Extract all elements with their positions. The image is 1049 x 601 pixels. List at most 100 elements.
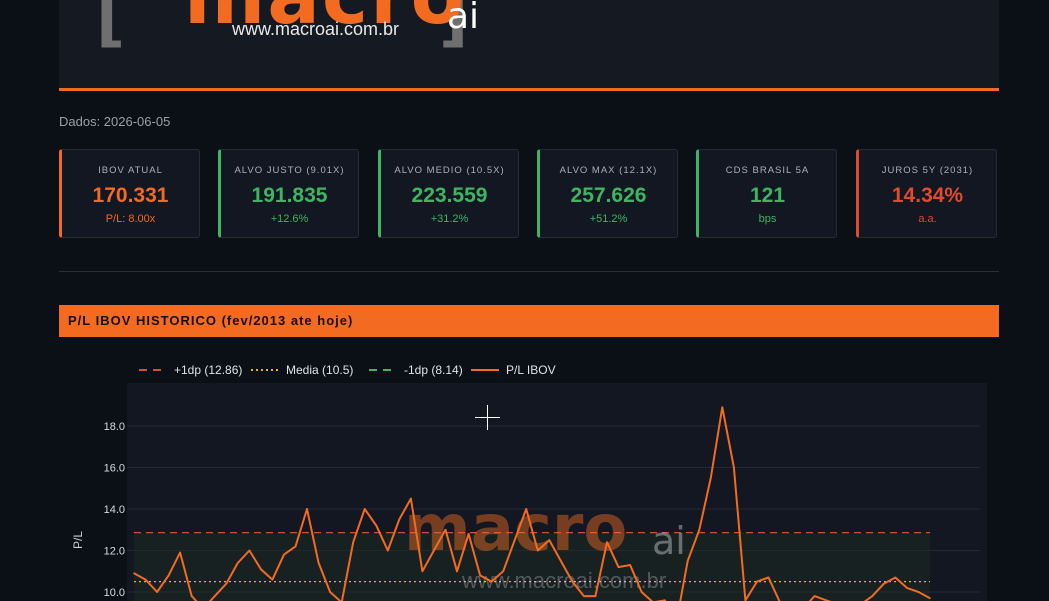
card-value: 257.626: [570, 184, 647, 207]
card-label: JUROS 5Y (2031): [881, 165, 974, 176]
card-value: 121: [749, 184, 786, 207]
card-sub: +31.2%: [430, 213, 469, 225]
data-date: Dados: 2026-06-05: [59, 114, 171, 129]
y-tick-label: 10.0: [104, 587, 125, 599]
legend-label: -1dp (8.14): [404, 363, 463, 377]
data-point: [156, 591, 158, 593]
y-axis-label: P/L: [71, 531, 85, 549]
data-point: [352, 541, 354, 543]
data-point: [179, 551, 181, 554]
data-point: [698, 528, 701, 531]
card-value: 223.559: [411, 184, 488, 207]
card-cds-brasil: CDS BRASIL 5A 121 bps: [696, 149, 837, 238]
legend-label: +1dp (12.86): [174, 363, 242, 377]
data-point: [237, 562, 239, 564]
y-tick-label: 18.0: [104, 421, 125, 433]
section-title: P/L IBOV HISTORICO (fev/2013 ate hoje): [59, 305, 999, 337]
logo-ai: ai: [447, 0, 480, 37]
data-point: [317, 562, 320, 564]
data-point: [894, 576, 897, 579]
data-point: [260, 568, 262, 570]
data-point: [617, 566, 620, 568]
data-point: [917, 591, 920, 593]
data-point: [479, 574, 481, 577]
data-point: [721, 406, 724, 409]
legend-label: Media (10.5): [286, 363, 353, 377]
data-point: [375, 524, 378, 527]
card-alvo-justo: ALVO JUSTO (9.01X) 191.835 +12.6%: [218, 149, 359, 238]
data-point: [502, 570, 504, 573]
card-sub: +51.2%: [589, 213, 628, 225]
data-point: [871, 595, 874, 597]
logo-bracket-left: [: [96, 0, 126, 55]
data-point: [513, 539, 516, 541]
data-point: [606, 541, 608, 543]
data-point: [640, 591, 643, 593]
data-point: [167, 574, 170, 577]
card-label: CDS BRASIL 5A: [725, 165, 810, 176]
y-tick-label: 16.0: [104, 463, 125, 475]
data-point: [571, 580, 574, 583]
data-point: [525, 508, 528, 510]
data-point: [294, 545, 297, 548]
watermark-word: macro: [404, 492, 627, 566]
crosshair-cursor-v: [487, 405, 488, 430]
pl-chart[interactable]: +1dp (12.86) Media (10.5) -1dp (8.14) P/L I…: [59, 350, 999, 601]
data-point: [490, 580, 493, 583]
data-point: [410, 497, 412, 500]
data-point: [548, 539, 551, 541]
data-point: [813, 595, 816, 597]
card-label: ALVO MAX (12.1X): [559, 165, 658, 176]
data-point: [190, 595, 193, 597]
card-sub: +12.6%: [270, 213, 309, 225]
data-point: [444, 528, 447, 531]
card-sub: P/L: 8.00x: [105, 213, 156, 225]
data-point: [629, 564, 631, 566]
data-point: [271, 578, 274, 581]
data-point: [283, 553, 285, 556]
data-point: [733, 466, 735, 469]
data-point: [225, 582, 228, 585]
card-sub: bps: [758, 213, 777, 225]
card-value: 191.835: [251, 184, 328, 207]
data-point: [906, 587, 908, 589]
data-point: [883, 582, 885, 585]
card-label: ALVO JUSTO (9.01X): [234, 165, 345, 176]
data-point: [386, 549, 389, 552]
data-point: [133, 572, 135, 575]
data-point: [467, 533, 470, 535]
data-point: [398, 518, 401, 521]
section-divider: [59, 271, 999, 272]
logo-url: www.macroai.com.br: [232, 19, 400, 39]
chart-legend: +1dp (12.86) Media (10.5) -1dp (8.14) P/L I…: [139, 363, 556, 377]
data-point: [456, 570, 458, 573]
data-point: [756, 580, 758, 583]
data-point: [329, 591, 331, 593]
metric-cards: IBOV ATUAL 170.331 P/L: 8.00x ALVO JUSTO…: [59, 149, 999, 240]
data-point: [594, 595, 597, 597]
card-label: ALVO MEDIO (10.5X): [394, 165, 505, 176]
card-value: 170.331: [92, 184, 169, 207]
card-label: IBOV ATUAL: [98, 165, 163, 176]
data-point: [710, 477, 712, 479]
y-tick-label: 12.0: [104, 546, 125, 558]
data-point: [144, 578, 147, 581]
legend-label: P/L IBOV: [506, 363, 556, 377]
watermark-ai: ai: [652, 519, 686, 563]
data-point: [363, 508, 366, 510]
y-tick-label: 14.0: [104, 504, 125, 516]
card-ibov-atual: IBOV ATUAL 170.331 P/L: 8.00x: [59, 149, 200, 238]
data-point: [686, 560, 689, 562]
card-alvo-medio: ALVO MEDIO (10.5X) 223.559 +31.2%: [378, 149, 519, 238]
data-point: [306, 508, 308, 510]
data-point: [536, 549, 539, 552]
card-alvo-max: ALVO MAX (12.1X) 257.626 +51.2%: [537, 149, 678, 238]
data-point: [583, 595, 585, 597]
data-point: [433, 549, 435, 552]
header-panel: [ ] macro ai www.macroai.com.br: [59, 0, 999, 91]
card-value: 14.34%: [891, 184, 964, 207]
data-point: [560, 560, 562, 562]
data-point: [213, 595, 216, 597]
data-point: [767, 576, 770, 579]
card-juros-5y: JUROS 5Y (2031) 14.34% a.a.: [856, 149, 997, 238]
